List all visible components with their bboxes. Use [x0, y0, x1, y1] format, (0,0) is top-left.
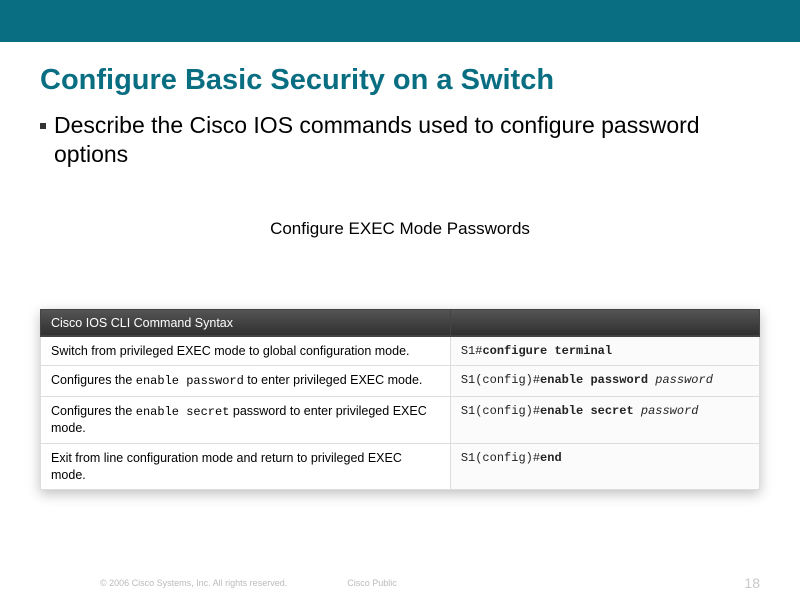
cmd-arg: password	[641, 404, 699, 418]
table-row: Exit from line configuration mode and re…	[41, 443, 760, 490]
slide-content: Configure Basic Security on a Switch Des…	[0, 42, 800, 239]
command-table-wrap: Cisco IOS CLI Command Syntax Switch from…	[40, 309, 760, 491]
desc-pre: Configures the	[51, 404, 136, 418]
row-command: S1#configure terminal	[450, 336, 759, 366]
bullet-icon	[40, 123, 46, 129]
cmd-prompt: S1(config)#	[461, 404, 540, 418]
bullet-text: Describe the Cisco IOS commands used to …	[54, 111, 760, 169]
footer-label: Cisco Public	[347, 578, 397, 588]
footer-page: 18	[744, 575, 760, 591]
cmd-name: configure terminal	[482, 344, 612, 358]
bullet-item: Describe the Cisco IOS commands used to …	[40, 111, 760, 169]
cmd-prompt: S1(config)#	[461, 451, 540, 465]
table-row: Configures the enable secret password to…	[41, 396, 760, 443]
table-row: Switch from privileged EXEC mode to glob…	[41, 336, 760, 366]
slide-title: Configure Basic Security on a Switch	[40, 64, 760, 97]
desc-pre: Exit from line configuration mode and re…	[51, 451, 402, 482]
cmd-prompt: S1(config)#	[461, 373, 540, 387]
table-header-row: Cisco IOS CLI Command Syntax	[41, 309, 760, 336]
cmd-name: end	[540, 451, 562, 465]
row-description: Switch from privileged EXEC mode to glob…	[41, 336, 451, 366]
desc-pre: Configures the	[51, 373, 136, 387]
table-header-right	[450, 309, 759, 336]
row-command: S1(config)#enable secret password	[450, 396, 759, 443]
desc-mono: enable password	[136, 374, 244, 388]
row-description: Configures the enable password to enter …	[41, 366, 451, 396]
table-header-left: Cisco IOS CLI Command Syntax	[41, 309, 451, 336]
cmd-prompt: S1#	[461, 344, 483, 358]
cmd-name: enable secret	[540, 404, 634, 418]
cmd-name: enable password	[540, 373, 648, 387]
row-command: S1(config)#enable password password	[450, 366, 759, 396]
footer: © 2006 Cisco Systems, Inc. All rights re…	[0, 578, 800, 588]
command-table: Cisco IOS CLI Command Syntax Switch from…	[40, 309, 760, 491]
desc-pre: Switch from privileged EXEC mode to glob…	[51, 344, 410, 358]
section-subheading: Configure EXEC Mode Passwords	[40, 219, 760, 239]
footer-copyright: © 2006 Cisco Systems, Inc. All rights re…	[100, 578, 287, 588]
row-description: Configures the enable secret password to…	[41, 396, 451, 443]
cmd-arg: password	[655, 373, 713, 387]
row-description: Exit from line configuration mode and re…	[41, 443, 451, 490]
desc-post: to enter privileged EXEC mode.	[244, 373, 423, 387]
row-command: S1(config)#end	[450, 443, 759, 490]
header-bar	[0, 0, 800, 42]
table-row: Configures the enable password to enter …	[41, 366, 760, 396]
desc-mono: enable secret	[136, 405, 230, 419]
